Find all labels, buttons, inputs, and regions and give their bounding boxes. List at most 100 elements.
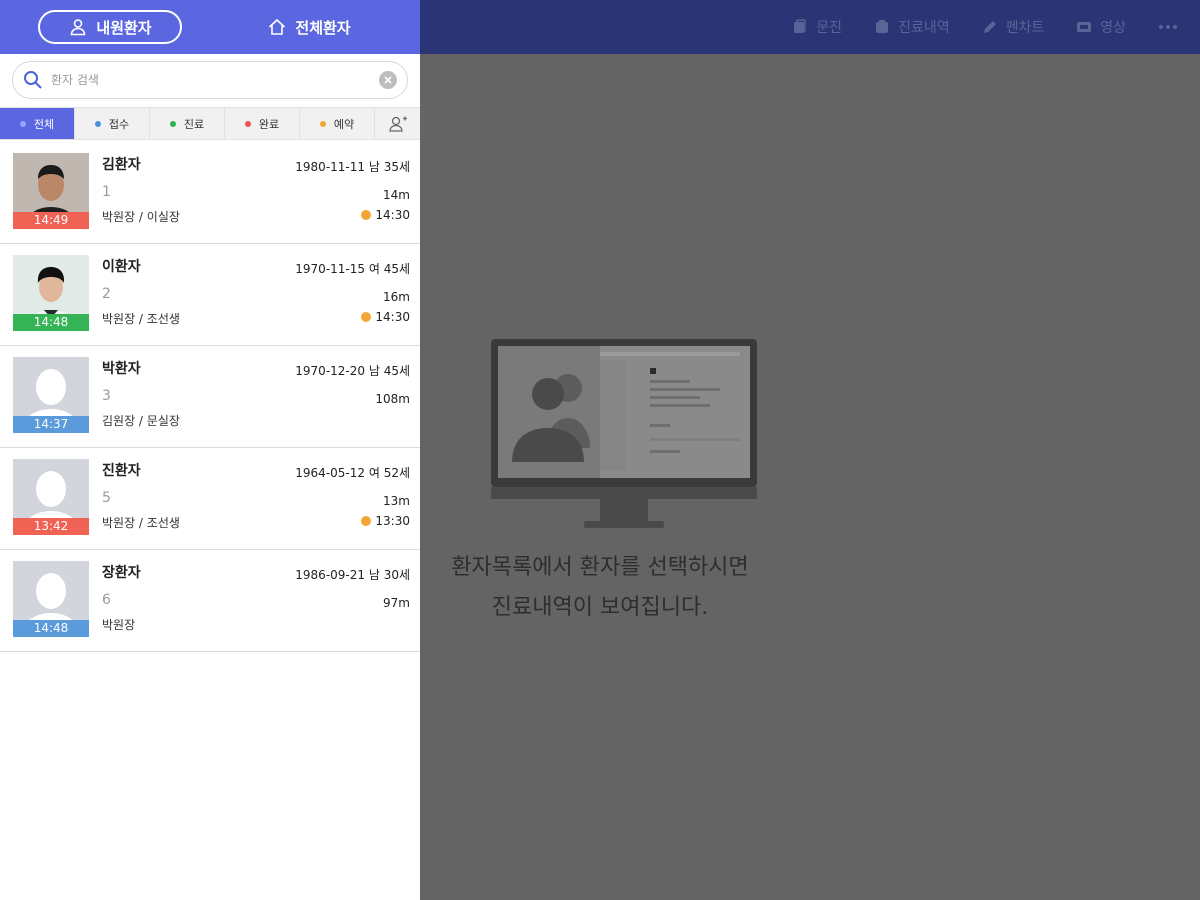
detail-toolbar: 문진 진료내역 펜차트 영상 <box>420 0 1200 54</box>
search-input[interactable] <box>43 65 379 95</box>
video-label: 영상 <box>1100 20 1126 36</box>
search-icon <box>24 71 42 89</box>
appointment-time: 13:30 <box>361 514 410 528</box>
patient-row[interactable]: 13:42 진환자 5 박원장 / 조선생 1964-05-12 여 52세 1… <box>0 448 420 550</box>
status-dot <box>244 120 251 127</box>
clock-icon <box>361 312 372 322</box>
filter-reserved[interactable]: 예약 <box>300 108 375 139</box>
clock-icon <box>361 516 372 526</box>
filter-all-label: 전체 <box>33 117 55 131</box>
patient-number: 3 <box>102 388 111 404</box>
wait-time: 13m <box>383 494 410 508</box>
filter-reserved-label: 예약 <box>333 117 355 131</box>
arrival-time: 14:48 <box>13 314 89 331</box>
status-filter-tabs: 전체 접수 진료 완료 예약 <box>0 107 420 140</box>
patient-name: 진환자 <box>102 463 141 479</box>
patient-number: 2 <box>102 286 111 302</box>
status-dot <box>94 120 101 127</box>
penchart-label: 펜차트 <box>1005 20 1045 36</box>
records-label: 진료내역 <box>898 20 950 36</box>
patient-name: 이환자 <box>102 259 141 275</box>
patient-number: 1 <box>102 184 111 200</box>
more-icon <box>1159 25 1177 29</box>
filter-in-treatment-label: 진료 <box>183 117 205 131</box>
filter-in-treatment[interactable]: 진료 <box>150 108 225 139</box>
records-icon <box>876 20 889 33</box>
pencil-icon <box>983 21 996 33</box>
video-button[interactable]: 영상 <box>1076 17 1126 37</box>
empty-state-line1: 환자목록에서 환자를 선택하시면 <box>451 555 749 580</box>
arrival-time: 14:49 <box>13 212 89 229</box>
patient-photo-placeholder: 14:37 <box>13 357 89 433</box>
patient-doctors: 김원장 / 문실장 <box>102 414 180 428</box>
patient-row[interactable]: 14:48 장환자 6 박원장 1986-09-21 남 30세 97m <box>0 550 420 652</box>
patient-number: 5 <box>102 490 111 506</box>
arrival-time: 14:48 <box>13 620 89 637</box>
arrival-time: 14:37 <box>13 416 89 433</box>
patient-number: 6 <box>102 592 111 608</box>
add-patient-button[interactable] <box>375 108 420 139</box>
clear-icon[interactable] <box>379 71 397 89</box>
patient-panel-header: 내원환자 전체환자 <box>0 0 420 54</box>
home-icon <box>269 18 286 35</box>
appointment-time: 14:30 <box>361 310 410 324</box>
search-bar <box>12 61 408 99</box>
patient-dob-info: 1964-05-12 여 52세 <box>295 466 410 480</box>
patient-name: 김환자 <box>102 157 141 173</box>
monitor-illustration <box>491 339 757 528</box>
consult-label: 문진 <box>816 20 843 36</box>
detail-panel: 문진 진료내역 펜차트 영상 환자목록에서 환자를 선택하시면 진료내역이 보여… <box>420 0 1200 900</box>
add-user-icon <box>388 116 407 132</box>
user-icon <box>71 19 86 36</box>
penchart-button[interactable]: 펜차트 <box>982 17 1045 37</box>
filter-registered-label: 접수 <box>108 117 130 131</box>
tab-inpatients[interactable]: 내원환자 <box>38 10 182 44</box>
arrival-time: 13:42 <box>13 518 89 535</box>
patient-photo: 14:49 <box>13 153 89 229</box>
patient-doctors: 박원장 / 조선생 <box>102 516 180 530</box>
filter-all[interactable]: 전체 <box>0 108 75 139</box>
wait-time: 16m <box>383 290 410 304</box>
patient-panel: 내원환자 전체환자 전체 접수 <box>0 0 420 900</box>
patient-doctors: 박원장 <box>102 618 136 632</box>
records-button[interactable]: 진료내역 <box>874 17 950 37</box>
clipboard-icon <box>794 19 806 33</box>
tab-allpatients-label: 전체환자 <box>295 18 351 37</box>
wait-time: 97m <box>383 596 410 610</box>
patient-row[interactable]: 14:48 이환자 2 박원장 / 조선생 1970-11-15 여 45세 1… <box>0 244 420 346</box>
patient-dob-info: 1980-11-11 남 35세 <box>295 160 410 174</box>
patient-photo: 14:48 <box>13 255 89 331</box>
status-dot <box>19 120 26 127</box>
tab-inpatients-label: 내원환자 <box>96 18 152 37</box>
more-button[interactable] <box>1158 19 1178 35</box>
patient-dob-info: 1970-12-20 남 45세 <box>295 364 410 378</box>
patient-list: 14:49 김환자 1 박원장 / 이실장 1980-11-11 남 35세 1… <box>0 142 420 652</box>
patient-dob-info: 1986-09-21 남 30세 <box>295 568 410 582</box>
patient-name: 박환자 <box>102 361 141 377</box>
empty-state-message: 환자목록에서 환자를 선택하시면 진료내역이 보여집니다. <box>420 548 780 628</box>
patient-row[interactable]: 14:37 박환자 3 김원장 / 문실장 1970-12-20 남 45세 1… <box>0 346 420 448</box>
patient-photo-placeholder: 14:48 <box>13 561 89 637</box>
consult-button[interactable]: 문진 <box>792 17 842 37</box>
wait-time: 14m <box>383 188 410 202</box>
patient-row[interactable]: 14:49 김환자 1 박원장 / 이실장 1980-11-11 남 35세 1… <box>0 142 420 244</box>
tab-allpatients[interactable]: 전체환자 <box>244 10 374 44</box>
empty-state-line2: 진료내역이 보여집니다. <box>491 595 709 620</box>
clock-icon <box>361 210 372 220</box>
patient-doctors: 박원장 / 조선생 <box>102 312 180 326</box>
patient-photo-placeholder: 13:42 <box>13 459 89 535</box>
appointment-time: 14:30 <box>361 208 410 222</box>
patient-doctors: 박원장 / 이실장 <box>102 210 180 224</box>
status-dot <box>319 120 326 127</box>
video-icon <box>1077 22 1092 32</box>
appointment-time-label: 13:30 <box>375 514 410 528</box>
patient-name: 장환자 <box>102 565 141 581</box>
filter-registered[interactable]: 접수 <box>75 108 150 139</box>
status-dot <box>169 120 176 127</box>
appointment-time-label: 14:30 <box>375 310 410 324</box>
patient-dob-info: 1970-11-15 여 45세 <box>295 262 410 276</box>
filter-completed[interactable]: 완료 <box>225 108 300 139</box>
appointment-time-label: 14:30 <box>375 208 410 222</box>
filter-completed-label: 완료 <box>258 117 280 131</box>
wait-time: 108m <box>375 392 410 406</box>
